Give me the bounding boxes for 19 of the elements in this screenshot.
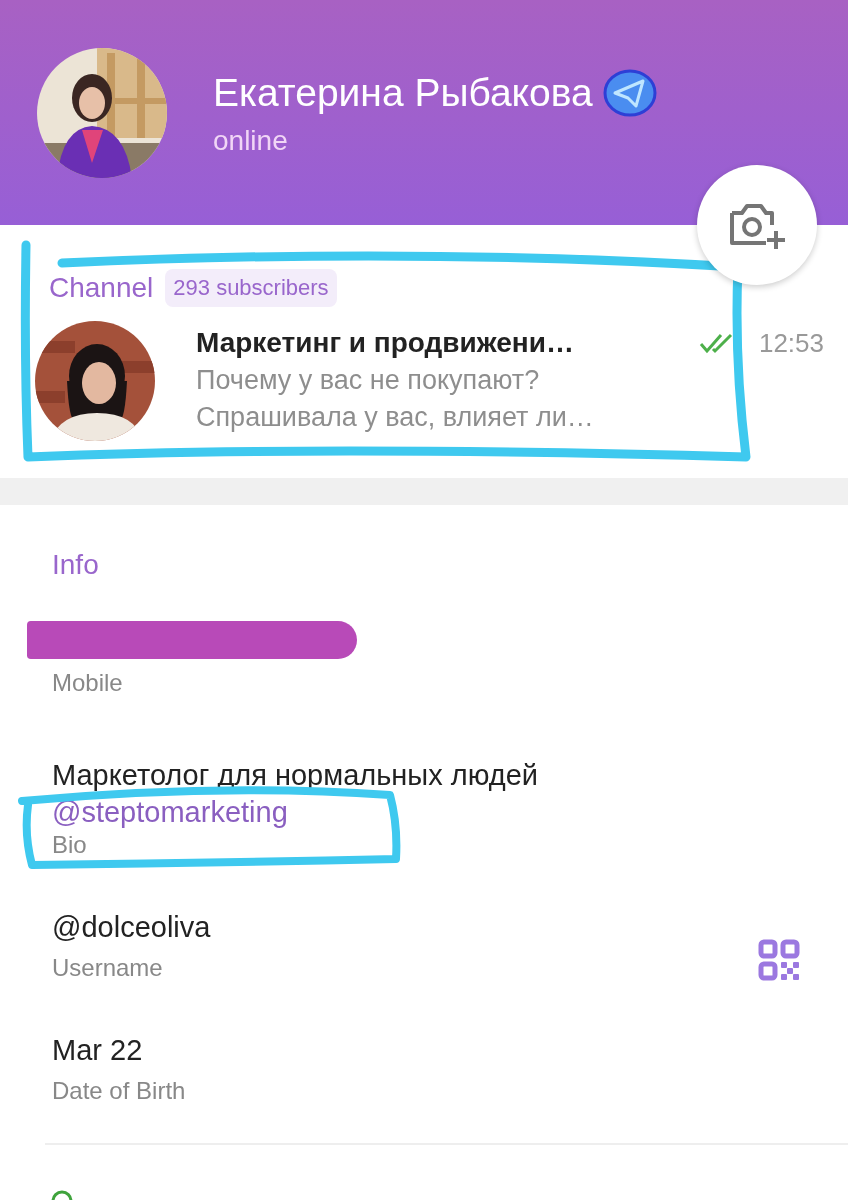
subscriber-count: 293 subscribers [165,269,337,307]
field-label: Username [52,954,163,982]
message-preview-line: Почему у вас не покупают? [196,365,541,396]
section-title: Info [51,549,100,581]
message-time: 12:53 [758,327,824,359]
section-title: Channel [49,272,154,304]
link[interactable]: @steptomarketing [52,796,288,829]
bio-text: Маркетолог для нормальных людей [52,759,539,792]
channel-title: Маркетинг и продвижени… [196,327,574,359]
profile-name: Екатерина Рыбакова [213,70,593,115]
field-label: Bio [52,831,87,859]
field-label: Mobile [52,669,123,697]
username-value: @dolceoliva [52,911,211,944]
field-label: Date of Birth [52,1077,186,1105]
status-ring-icon [50,1188,74,1200]
birth-date: Mar 22 [52,1034,143,1067]
online-status: online [213,124,289,157]
qr-code-icon[interactable] [758,939,800,981]
message-preview-line: Спрашивала у вас, влияет ли… [196,402,595,433]
